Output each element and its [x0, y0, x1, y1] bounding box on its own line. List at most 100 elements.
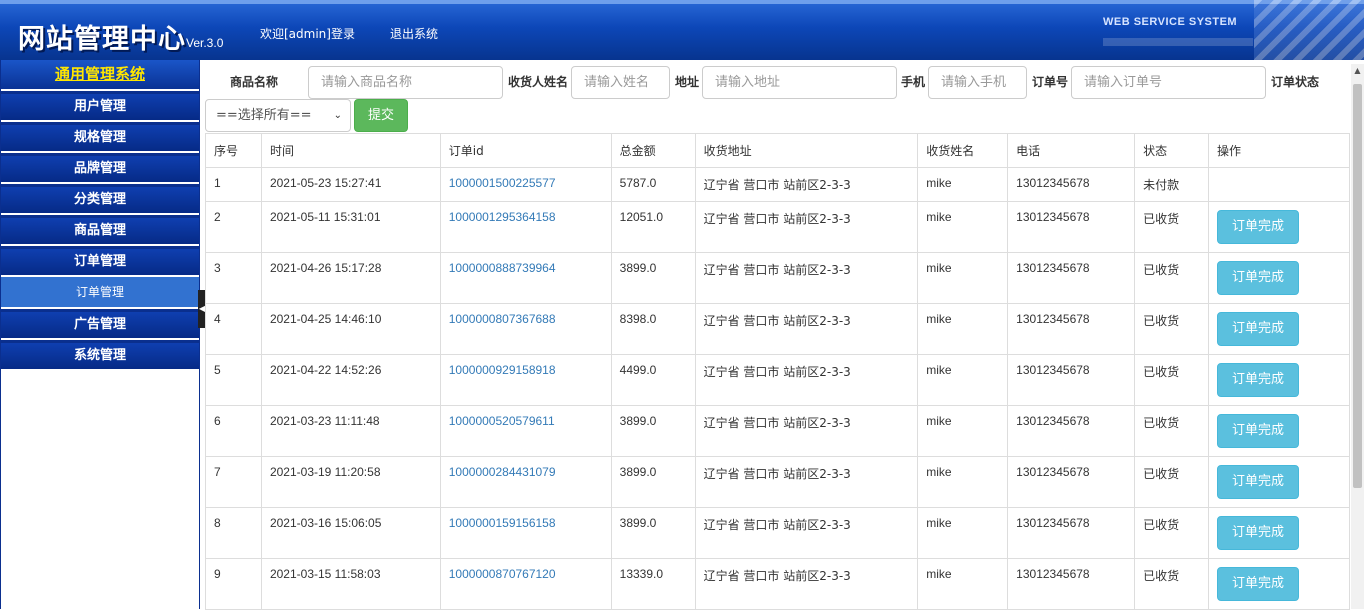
cell-address: 辽宁省 营口市 站前区2-3-3 — [703, 569, 851, 583]
cell-address-cell: 辽宁省 营口市 站前区2-3-3 — [694, 167, 919, 202]
cell-name-cell: mike — [917, 558, 1009, 610]
table-row: 2 2021-05-11 15:31:01 1000001295364158 1205… — [205, 201, 1350, 253]
order-status-label: 订单状态 — [1271, 75, 1320, 89]
orders-table: 序号 时间 订单id 总金额 收货地址 收货姓名 电话 状态 操作 1 2021-… — [205, 133, 1350, 610]
sidebar-item-system[interactable]: 系统管理 — [1, 340, 199, 369]
product-name-input[interactable] — [308, 66, 503, 99]
page-scrollbar[interactable]: ▲ — [1351, 64, 1364, 609]
col-header-name: 收货姓名 — [917, 133, 1009, 168]
cell-time-cell: 2021-05-11 15:31:01 — [260, 201, 441, 253]
cell-order-id[interactable]: 1000001295364158 — [449, 210, 556, 224]
cell-address: 辽宁省 营口市 站前区2-3-3 — [703, 467, 851, 481]
cell-status-cell: 已收货 — [1134, 354, 1210, 406]
cell-phone: 13012345678 — [1016, 261, 1090, 275]
cell-address-cell: 辽宁省 营口市 站前区2-3-3 — [694, 405, 919, 457]
cell-name-cell: mike — [917, 405, 1009, 457]
scrollbar-thumb[interactable] — [1353, 84, 1362, 488]
sidebar-subitem-orders[interactable]: 订单管理 — [1, 277, 199, 307]
welcome-link[interactable]: 欢迎[admin]登录 — [260, 25, 355, 42]
cell-status-cell: 已收货 — [1134, 201, 1210, 253]
sidebar-item-users[interactable]: 用户管理 — [1, 91, 199, 120]
sidebar-item-specs[interactable]: 规格管理 — [1, 122, 199, 151]
receiver-name-input[interactable] — [571, 66, 670, 99]
order-complete-button[interactable]: 订单完成 — [1217, 363, 1300, 397]
cell-status: 已收货 — [1143, 365, 1180, 379]
order-status-select[interactable]: ==选择所有== ⌄ — [205, 99, 351, 132]
sidebar-item-products[interactable]: 商品管理 — [1, 215, 199, 244]
phone-input[interactable] — [928, 66, 1027, 99]
sidebar-item-brands[interactable]: 品牌管理 — [1, 153, 199, 182]
cell-name-cell: mike — [917, 354, 1009, 406]
cell-address: 辽宁省 营口市 站前区2-3-3 — [703, 365, 851, 379]
logout-link[interactable]: 退出系统 — [390, 25, 438, 42]
cell-address: 辽宁省 营口市 站前区2-3-3 — [703, 518, 851, 532]
cell-order-id[interactable]: 1000000929158918 — [449, 363, 556, 377]
cell-name: mike — [926, 465, 952, 479]
cell-address-cell: 辽宁省 营口市 站前区2-3-3 — [694, 558, 919, 610]
order-complete-button[interactable]: 订单完成 — [1217, 465, 1300, 499]
cell-no: 8 — [214, 516, 221, 530]
cell-no: 4 — [214, 312, 221, 326]
cell-action-cell: 订单完成 — [1208, 303, 1350, 355]
address-input[interactable] — [702, 66, 897, 99]
sidebar-item-ads[interactable]: 广告管理 — [1, 309, 199, 338]
cell-phone-cell: 13012345678 — [1007, 456, 1136, 508]
cell-address-cell: 辽宁省 营口市 站前区2-3-3 — [694, 507, 919, 559]
scroll-up-arrow-icon[interactable]: ▲ — [1351, 64, 1364, 78]
cell-status: 未付款 — [1143, 178, 1180, 192]
col-header-no: 序号 — [205, 133, 262, 168]
cell-amount: 3899.0 — [619, 261, 657, 275]
cell-phone: 13012345678 — [1016, 465, 1090, 479]
sidebar-item-orders[interactable]: 订单管理 — [1, 246, 199, 275]
table-row: 4 2021-04-25 14:46:10 1000000807367688 8398… — [205, 303, 1350, 355]
chevron-down-icon: ⌄ — [333, 110, 342, 121]
cell-amount: 8398.0 — [619, 312, 657, 326]
col-header-action: 操作 — [1208, 133, 1350, 168]
cell-order-id[interactable]: 1000000807367688 — [449, 312, 556, 326]
cell-phone-cell: 13012345678 — [1007, 354, 1136, 406]
order-complete-button[interactable]: 订单完成 — [1217, 516, 1300, 550]
order-no-input[interactable] — [1071, 66, 1266, 99]
order-complete-button[interactable]: 订单完成 — [1217, 261, 1300, 295]
order-complete-button[interactable]: 订单完成 — [1217, 414, 1300, 448]
cell-action-cell: 订单完成 — [1208, 507, 1350, 559]
cell-order-id[interactable]: 1000000888739964 — [449, 261, 556, 275]
cell-name: mike — [926, 414, 952, 428]
col-header-order-id: 订单id — [439, 133, 612, 168]
cell-no: 1 — [214, 176, 221, 190]
cell-amount-cell: 5787.0 — [610, 167, 696, 202]
cell-time-cell: 2021-03-16 15:06:05 — [260, 507, 441, 559]
cell-order-id-cell: 1000001500225577 — [439, 167, 612, 202]
cell-status: 已收货 — [1143, 263, 1180, 277]
order-complete-button[interactable]: 订单完成 — [1217, 312, 1300, 346]
cell-order-id[interactable]: 1000001500225577 — [449, 176, 556, 190]
top-header: 网站管理中心 Ver.3.0 欢迎[admin]登录 退出系统 WEB SERV… — [0, 0, 1364, 60]
cell-no-cell: 2 — [205, 201, 262, 253]
cell-name-cell: mike — [917, 303, 1009, 355]
version-label: Ver.3.0 — [186, 36, 224, 50]
keyboard-decoration — [1254, 0, 1364, 60]
cell-status: 已收货 — [1143, 314, 1180, 328]
cell-order-id[interactable]: 1000000520579611 — [449, 414, 555, 428]
cell-time: 2021-04-25 14:46:10 — [269, 312, 382, 326]
cell-status-cell: 已收货 — [1134, 558, 1210, 610]
cell-order-id[interactable]: 1000000159156158 — [449, 516, 556, 530]
order-complete-button[interactable]: 订单完成 — [1217, 567, 1300, 601]
submit-button[interactable]: 提交 — [354, 99, 408, 132]
sidebar-title[interactable]: 通用管理系统 — [1, 60, 199, 89]
cell-name: mike — [926, 312, 952, 326]
cell-order-id[interactable]: 1000000284431079 — [449, 465, 556, 479]
table-row: 5 2021-04-22 14:52:26 1000000929158918 4499… — [205, 354, 1350, 406]
cell-time: 2021-03-23 11:11:48 — [269, 414, 380, 428]
cell-action-cell: 订单完成 — [1208, 354, 1350, 406]
col-header-status: 状态 — [1134, 133, 1210, 168]
cell-order-id-cell: 1000000870767120 — [439, 558, 612, 610]
cell-order-id-cell: 1000000929158918 — [439, 354, 612, 406]
order-complete-button[interactable]: 订单完成 — [1217, 210, 1300, 244]
table-row: 9 2021-03-15 11:58:03 1000000870767120 1333… — [205, 558, 1350, 610]
cell-order-id-cell: 1000000284431079 — [439, 456, 612, 508]
sidebar-item-categories[interactable]: 分类管理 — [1, 184, 199, 213]
cell-phone-cell: 13012345678 — [1007, 252, 1136, 304]
cell-time-cell: 2021-05-23 15:27:41 — [260, 167, 441, 202]
cell-order-id[interactable]: 1000000870767120 — [449, 567, 556, 581]
